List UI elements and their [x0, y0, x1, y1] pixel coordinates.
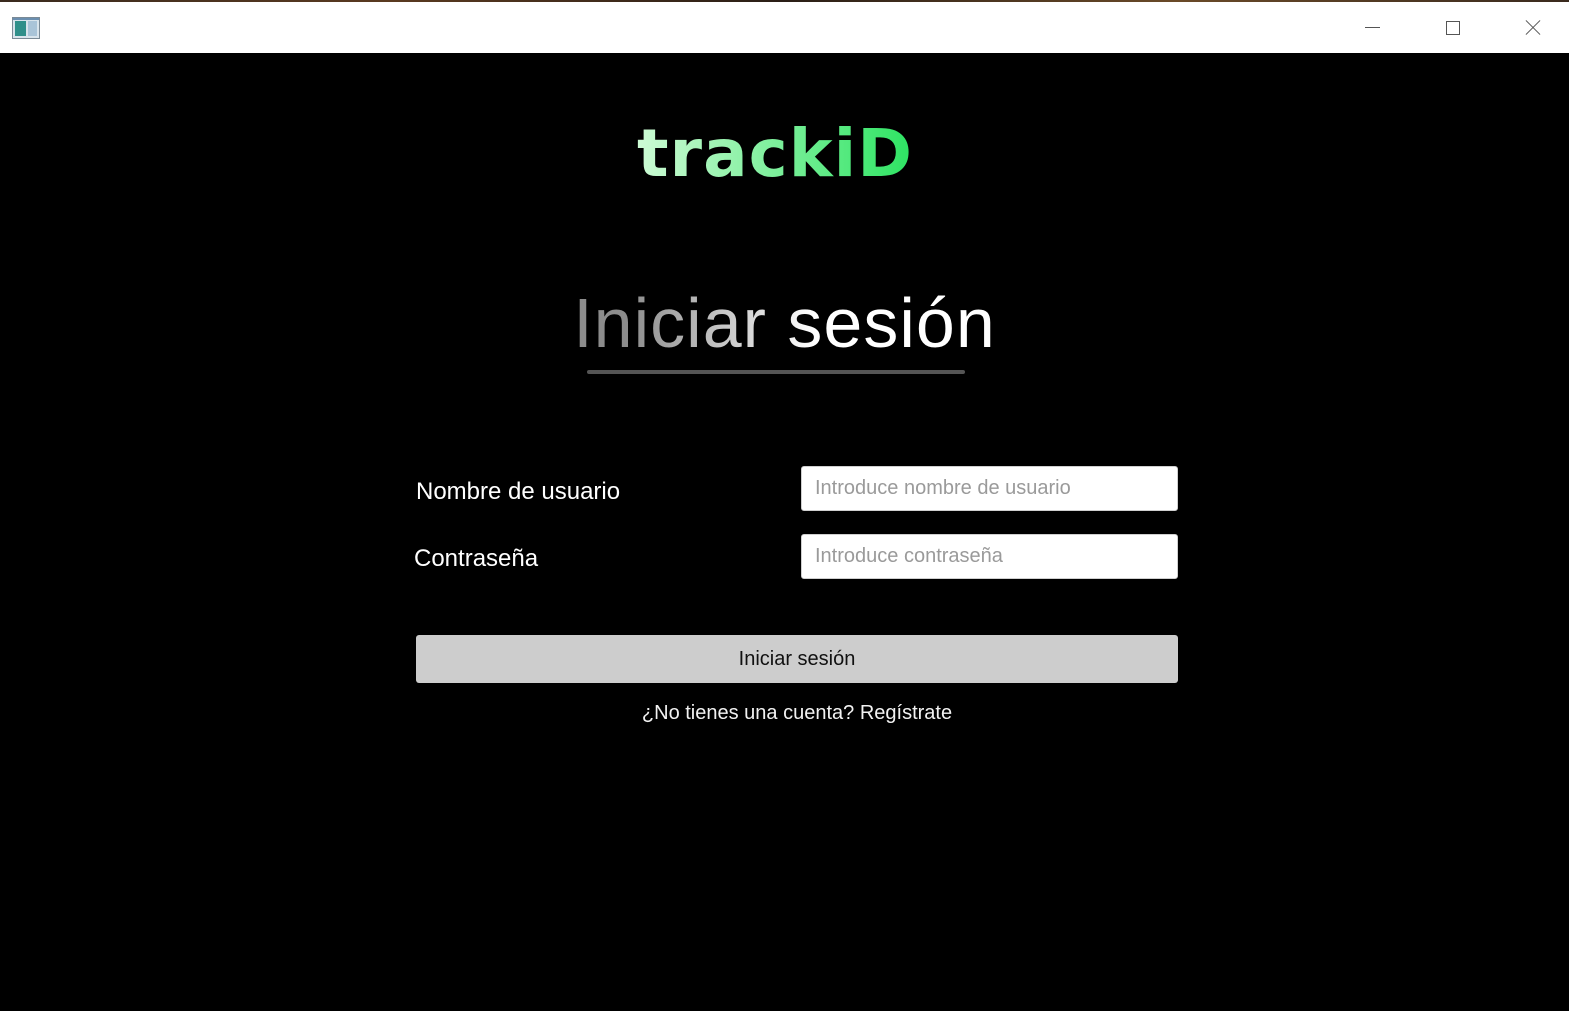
username-input[interactable]: [801, 466, 1178, 511]
title-bar[interactable]: [0, 2, 1569, 53]
password-label: Contraseña: [414, 545, 539, 572]
maximize-button[interactable]: [1413, 2, 1493, 53]
username-label: Nombre de usuario: [416, 478, 621, 505]
login-button[interactable]: Iniciar sesión: [416, 635, 1178, 683]
close-icon: [1525, 20, 1541, 36]
maximize-icon: [1446, 20, 1460, 35]
title-underline: [587, 370, 965, 374]
app-window-icon: [12, 17, 40, 39]
register-link[interactable]: ¿No tienes una cuenta? Regístrate: [416, 702, 1178, 725]
login-window: trackiD Iniciar sesión Nombre de usuario…: [0, 0, 1569, 1011]
minimize-button[interactable]: [1332, 2, 1412, 53]
page-title: Iniciar sesión: [0, 283, 1569, 363]
minimize-icon: [1364, 27, 1380, 28]
app-logo: trackiD: [0, 115, 1550, 192]
close-button[interactable]: [1493, 2, 1569, 53]
password-input[interactable]: [801, 534, 1178, 579]
